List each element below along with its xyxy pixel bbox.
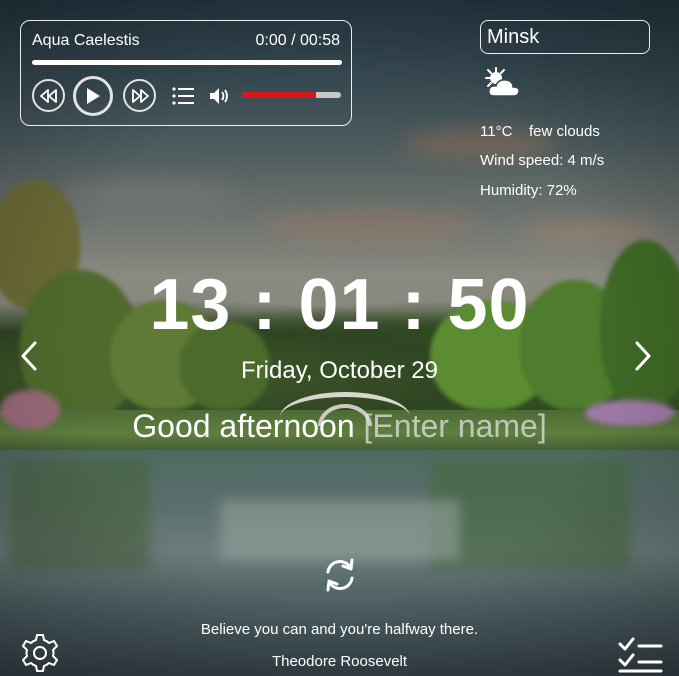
audio-player: Aqua Caelestis 0:00 / 00:58	[20, 20, 352, 126]
volume-slider[interactable]	[242, 92, 341, 98]
rewind-icon	[39, 88, 58, 103]
name-input[interactable]: [Enter name]	[364, 408, 547, 444]
mute-button[interactable]	[208, 85, 232, 107]
volume-fill	[242, 92, 317, 98]
weather-temperature: 11°C	[480, 123, 513, 140]
city-input[interactable]	[480, 20, 650, 54]
settings-button[interactable]	[19, 632, 61, 674]
weather-wind: Wind speed: 4 m/s	[480, 152, 605, 169]
play-icon	[85, 87, 101, 105]
clock-date: Friday, October 29	[241, 357, 438, 384]
previous-track-button[interactable]	[32, 79, 65, 112]
greeting-text: Good afternoon	[132, 408, 355, 444]
quote-author: Theodore Roosevelt	[271, 653, 408, 670]
greeting: Good afternoon [Enter name]	[0, 408, 679, 445]
playlist-icon	[171, 85, 195, 107]
clock-time: 13 : 01 : 50	[149, 265, 530, 345]
refresh-quote-button[interactable]	[320, 555, 360, 595]
next-track-button[interactable]	[123, 79, 156, 112]
track-title: Aqua Caelestis	[32, 32, 140, 49]
checklist-icon	[617, 635, 663, 673]
weather-humidity: Humidity: 72%	[480, 182, 577, 199]
quote-text: Believe you can and you're halfway there…	[200, 621, 479, 638]
weather-description: few clouds	[529, 123, 600, 140]
todo-button[interactable]	[617, 635, 663, 673]
few-clouds-icon	[482, 66, 522, 100]
playlist-button[interactable]	[171, 85, 195, 107]
progress-bar[interactable]	[32, 60, 342, 65]
track-time: 0:00 / 00:58	[255, 32, 340, 49]
play-button[interactable]	[73, 76, 113, 116]
volume-icon	[208, 85, 232, 107]
gear-icon	[19, 632, 61, 674]
refresh-icon	[320, 555, 360, 595]
fast-forward-icon	[131, 88, 149, 103]
